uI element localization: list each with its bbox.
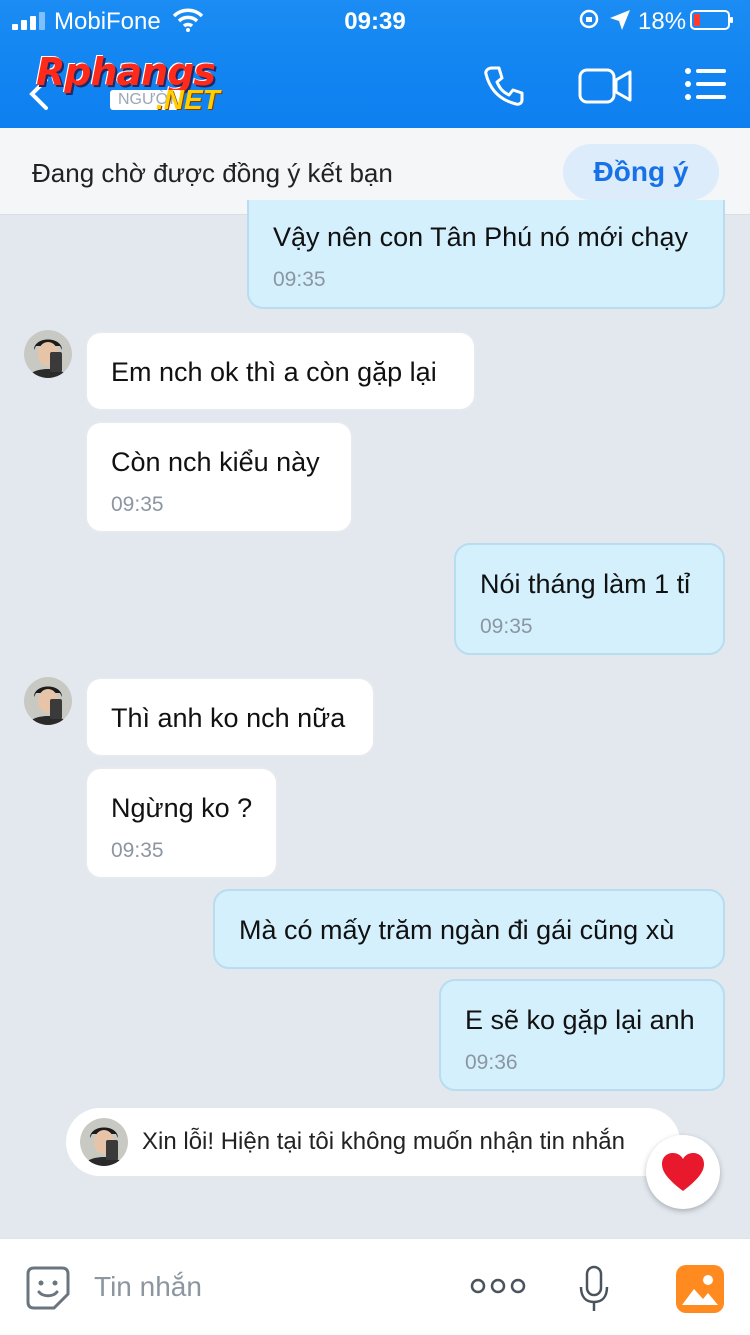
status-bar: MobiFone 09:39 18% <box>0 0 750 44</box>
message-bubble-sent[interactable]: Vậy nên con Tân Phú nó mới chạy 09:35 <box>247 200 725 309</box>
message-time: 09:35 <box>480 615 533 638</box>
more-options-icon[interactable] <box>470 1277 526 1295</box>
rotation-lock-icon <box>579 9 599 29</box>
message-text: Mà có mấy trăm ngàn đi gái cũng xù <box>239 915 675 945</box>
phone-call-icon[interactable] <box>482 64 526 108</box>
contact-avatar[interactable] <box>24 677 72 725</box>
message-bubble-received[interactable]: Thì anh ko nch nữa <box>85 677 375 757</box>
location-icon <box>610 10 630 30</box>
message-text: Thì anh ko nch nữa <box>111 703 346 733</box>
image-icon[interactable] <box>676 1265 724 1313</box>
watermark-logo: Rphangs NGƯỜI .NET <box>36 50 266 120</box>
contact-avatar <box>80 1118 128 1166</box>
message-bubble-sent[interactable]: Mà có mấy trăm ngàn đi gái cũng xù <box>213 889 725 969</box>
message-text: Ngừng ko ? <box>111 793 253 823</box>
accept-friend-button[interactable]: Đồng ý <box>563 144 719 200</box>
friend-request-text: Đang chờ được đồng ý kết bạn <box>32 158 393 188</box>
battery-percent: 18% <box>638 8 687 35</box>
logo-net-text: .NET <box>156 84 220 115</box>
notice-text: Xin lỗi! Hiện tại tôi không muốn nhận ti… <box>142 1128 625 1155</box>
message-bubble-sent[interactable]: E sẽ ko gặp lại anh 09:36 <box>439 979 725 1091</box>
heart-reaction-button[interactable] <box>646 1135 720 1209</box>
heart-icon <box>662 1153 704 1191</box>
battery-icon <box>690 10 733 30</box>
video-call-icon[interactable] <box>578 66 632 106</box>
message-input-bar: Tin nhắn <box>0 1238 750 1335</box>
message-input[interactable]: Tin nhắn <box>94 1271 202 1303</box>
message-text: Nói tháng làm 1 tỉ <box>480 569 691 599</box>
contact-avatar[interactable] <box>24 330 72 378</box>
message-text: Còn nch kiểu này <box>111 447 320 477</box>
message-bubble-received[interactable]: Ngừng ko ? 09:35 <box>85 767 278 879</box>
header: MobiFone 09:39 18% Rphangs NGƯỜI .NET <box>0 0 750 128</box>
message-text: Em nch ok thì a còn gặp lại <box>111 357 437 387</box>
message-bubble-received[interactable]: Em nch ok thì a còn gặp lại <box>85 331 476 411</box>
message-time: 09:36 <box>465 1051 518 1074</box>
message-bubble-received[interactable]: Còn nch kiểu này 09:35 <box>85 421 353 533</box>
message-time: 09:35 <box>111 493 164 516</box>
message-text: E sẽ ko gặp lại anh <box>465 1005 695 1035</box>
menu-icon[interactable] <box>684 66 728 102</box>
microphone-icon[interactable] <box>578 1265 610 1313</box>
message-time: 09:35 <box>111 839 164 862</box>
message-time: 09:35 <box>273 268 326 291</box>
system-notice: Xin lỗi! Hiện tại tôi không muốn nhận ti… <box>66 1108 680 1176</box>
sticker-icon[interactable] <box>24 1264 72 1312</box>
message-bubble-sent[interactable]: Nói tháng làm 1 tỉ 09:35 <box>454 543 725 655</box>
message-text: Vậy nên con Tân Phú nó mới chạy <box>273 222 688 252</box>
